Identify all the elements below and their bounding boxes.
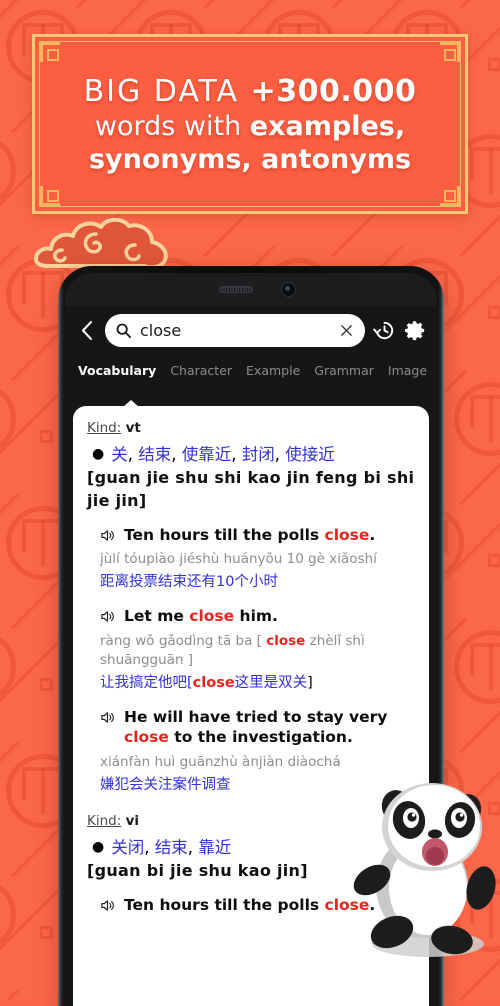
entry-kind-value: vi xyxy=(125,812,140,829)
example-chinese: 让我搞定他吧[close这里是双关] xyxy=(100,674,313,691)
promo-banner: BIG DATA +300.000 words with examples, s… xyxy=(32,34,468,214)
background-knot-ornament xyxy=(488,58,500,71)
banner-headline: BIG DATA +300.000 words with examples, s… xyxy=(35,37,465,211)
phone-top-bezel xyxy=(65,273,437,306)
example-english-text: Let me close him. xyxy=(124,607,278,626)
banner-line-1: BIG DATA +300.000 xyxy=(84,74,417,109)
search-input-value: close xyxy=(140,321,182,340)
sense-list-text: 关闭, 结束, 靠近 xyxy=(111,837,232,857)
background-diagonal-line xyxy=(459,0,500,10)
sense-list: ● 关, 结束, 使靠近, 封闭, 使接近 xyxy=(87,444,415,466)
front-camera-icon xyxy=(280,282,296,297)
speaker-icon[interactable] xyxy=(100,609,115,624)
bullet-icon: ● xyxy=(92,838,105,855)
background-knot-ornament xyxy=(488,306,500,319)
example-english: He will have tried to stay very close to… xyxy=(100,707,415,748)
entry-kind-label: Kind: xyxy=(87,420,122,436)
example-english-text: Ten hours till the polls close. xyxy=(124,525,376,544)
speaker-icon[interactable] xyxy=(100,528,115,543)
banner-line-3: synonyms, antonyms xyxy=(88,143,412,175)
banner-line-2-bold: examples, xyxy=(249,110,406,142)
example-english: Ten hours till the polls close. xyxy=(100,525,415,545)
example-item: Ten hours till the polls close. jùlí tóu… xyxy=(87,525,415,593)
panda-mascot-icon xyxy=(348,776,496,966)
close-icon[interactable] xyxy=(339,323,354,338)
back-button[interactable] xyxy=(75,317,97,345)
background-medallion-icon xyxy=(454,630,500,704)
background-knot-ornament xyxy=(40,430,53,443)
speaker-icon[interactable] xyxy=(100,710,115,725)
banner-line-1-bold: +300.000 xyxy=(250,73,417,109)
example-english: Let me close him. xyxy=(100,606,415,626)
speaker-icon[interactable] xyxy=(100,898,115,913)
chevron-left-icon xyxy=(81,320,92,341)
earpiece-speaker xyxy=(219,286,254,293)
tab-image[interactable]: Image xyxy=(381,363,434,385)
entry-pinyin: [guan jie shu shi kao jin feng bi shi ji… xyxy=(87,468,415,510)
bullet-icon: ● xyxy=(92,446,105,462)
example-pinyin: jùlí tóupiào jiéshù huányǒu 10 gè xiǎosh… xyxy=(100,551,377,568)
entry-kind: Kind: vt xyxy=(87,420,415,436)
gear-icon[interactable] xyxy=(404,319,427,342)
example-english-text: He will have tried to stay very close to… xyxy=(124,707,388,747)
banner-line-2: words with examples, xyxy=(95,111,405,142)
tab-vocabulary[interactable]: Vocabulary xyxy=(71,363,163,385)
banner-line-2-lite: words with xyxy=(94,110,250,142)
background-knot-ornament xyxy=(40,678,53,691)
tab-character[interactable]: Character xyxy=(163,363,239,385)
example-chinese: 距离投票结束还有10个小时 xyxy=(100,574,278,591)
sense-list-text: 关, 结束, 使靠近, 封闭, 使接近 xyxy=(111,445,335,464)
banner-line-1-lite: BIG DATA xyxy=(83,73,251,109)
background-knot-ornament xyxy=(488,554,500,567)
section-tabs: Vocabulary Character Example Grammar Ima… xyxy=(65,357,437,385)
chinese-cloud-icon xyxy=(34,212,170,272)
history-clock-icon[interactable] xyxy=(373,319,396,342)
search-input[interactable]: close xyxy=(105,314,365,347)
example-item: Let me close him. ràng wǒ gǎodìng tā ba … xyxy=(87,606,415,693)
active-tab-pointer xyxy=(123,400,139,407)
tab-example[interactable]: Example xyxy=(239,363,307,385)
example-pinyin: ràng wǒ gǎodìng tā ba [ close zhèlǐ shì … xyxy=(100,632,365,668)
background-knot-ornament xyxy=(40,926,53,939)
background-medallion-icon xyxy=(454,382,500,456)
entry-kind-value: vt xyxy=(125,420,141,436)
background-diagonal-line xyxy=(0,988,20,1000)
entry-kind-label: Kind: xyxy=(87,812,122,829)
tab-grammar[interactable]: Grammar xyxy=(307,363,381,385)
app-top-bar: close xyxy=(65,306,437,357)
search-icon xyxy=(116,323,131,338)
example-pinyin: xiánfàn huì guānzhù ànjiàn diàochá xyxy=(100,753,341,770)
